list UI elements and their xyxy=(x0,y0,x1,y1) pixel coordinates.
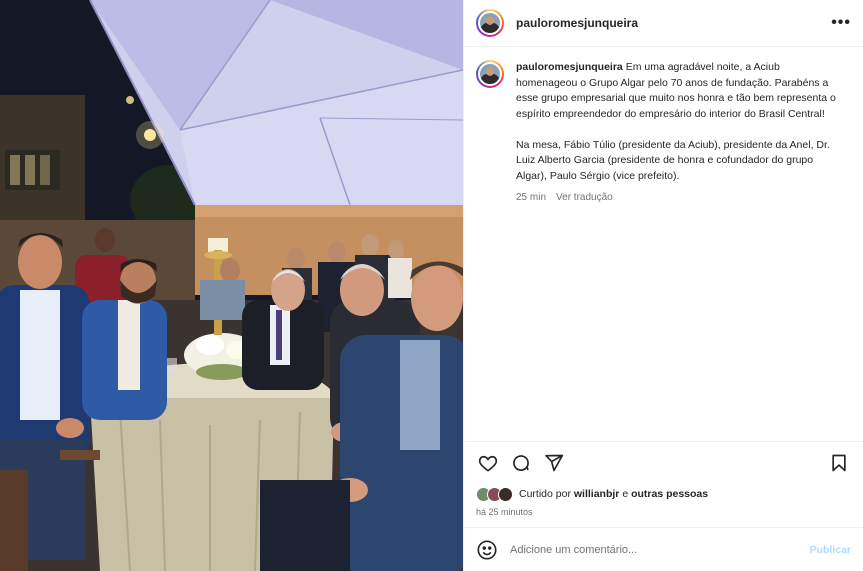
heart-icon[interactable] xyxy=(476,451,500,475)
likes-conjunction: e xyxy=(622,488,629,500)
author-username[interactable]: pauloromesjunqueira xyxy=(516,16,638,30)
post-header: pauloromesjunqueira ••• xyxy=(464,0,863,47)
post-actions-area: Curtido por willianbjr e outras pessoas … xyxy=(464,441,863,517)
bookmark-icon[interactable] xyxy=(827,451,851,475)
other-likers-link[interactable]: outras pessoas xyxy=(631,488,708,500)
see-translation-link[interactable]: Ver tradução xyxy=(556,190,613,206)
liker-avatar xyxy=(498,486,513,502)
caption-meta: 25 min Ver tradução xyxy=(516,190,842,206)
caption-author-avatar[interactable] xyxy=(476,60,504,88)
post-photo[interactable] xyxy=(0,0,463,571)
add-comment-bar: Publicar xyxy=(464,527,863,571)
comment-icon[interactable] xyxy=(509,451,533,475)
caption-content: pauloromesjunqueira Em uma agradável noi… xyxy=(516,60,842,184)
likes-prefix: Curtido por xyxy=(519,488,571,500)
publish-button[interactable]: Publicar xyxy=(810,544,851,556)
liker-username[interactable]: willianbjr xyxy=(574,488,620,500)
posted-time[interactable]: há 25 minutos xyxy=(464,504,863,517)
caption-time[interactable]: 25 min xyxy=(516,190,546,206)
post-details-panel: pauloromesjunqueira ••• pauloromesjunque… xyxy=(463,0,863,571)
author-avatar[interactable] xyxy=(476,9,504,37)
comment-input[interactable] xyxy=(510,543,810,556)
caption: pauloromesjunqueira Em uma agradável noi… xyxy=(476,60,849,206)
action-bar xyxy=(464,442,863,484)
caption-username[interactable]: pauloromesjunqueira xyxy=(516,61,623,73)
more-options-icon[interactable]: ••• xyxy=(831,14,851,32)
caption-text: Em uma agradável noite, a Aciub homenage… xyxy=(516,61,836,182)
share-icon[interactable] xyxy=(542,451,566,475)
likes-summary: Curtido por willianbjr e outras pessoas xyxy=(464,484,863,504)
liker-avatars[interactable] xyxy=(476,486,513,502)
event-photo-illustration xyxy=(0,0,463,571)
comments-section[interactable]: pauloromesjunqueira Em uma agradável noi… xyxy=(464,48,863,441)
emoji-icon[interactable] xyxy=(476,539,498,561)
